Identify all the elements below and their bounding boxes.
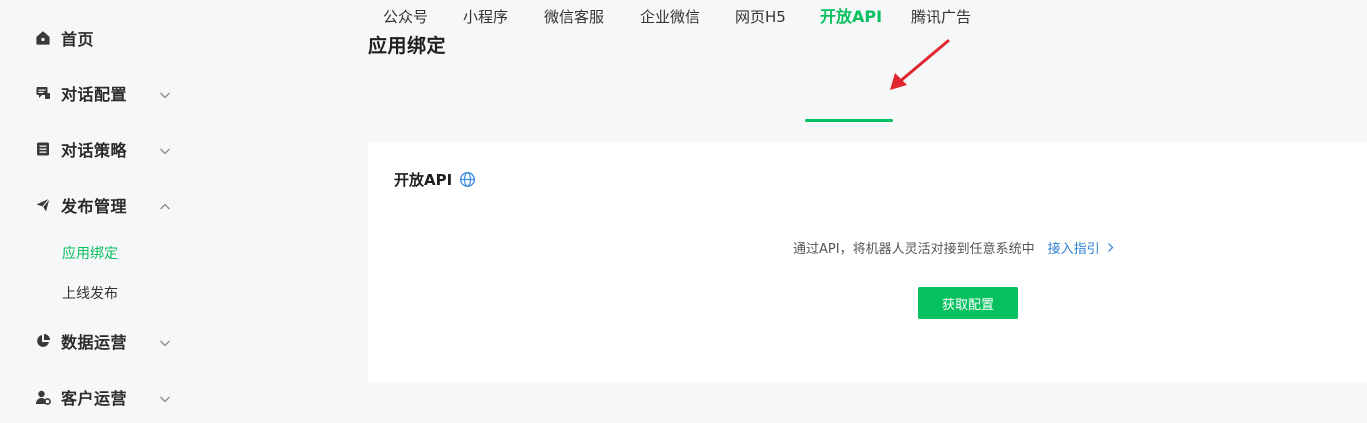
chevron-down-icon[interactable] <box>158 143 172 157</box>
nav-label: 数据运营 <box>61 333 128 352</box>
tab-wechat-service[interactable]: 微信客服 <box>544 0 604 34</box>
active-tab-indicator <box>805 119 893 122</box>
nav-item-data-ops[interactable]: 数据运营 <box>34 326 184 356</box>
globe-icon[interactable] <box>459 171 477 189</box>
chevron-right-icon <box>1107 243 1113 252</box>
tab-official-account[interactable]: 公众号 <box>383 0 428 34</box>
tab-tencent-ads[interactable]: 腾讯广告 <box>911 0 971 34</box>
chevron-down-icon[interactable] <box>158 391 172 405</box>
card-title: 开放API <box>394 169 477 190</box>
send-icon <box>34 196 52 214</box>
api-card: 开放API 通过API，将机器人灵活对接到任意系统中 接入指引 获取配置 <box>368 142 1367 382</box>
home-icon <box>34 29 52 47</box>
nav-label: 发布管理 <box>61 197 128 216</box>
tab-wecom[interactable]: 企业微信 <box>640 0 700 34</box>
nav-label: 首页 <box>61 30 95 49</box>
page-title: 应用绑定 <box>368 35 447 57</box>
user-settings-icon <box>34 388 52 406</box>
nav-item-home[interactable]: 首页 <box>34 23 184 53</box>
chat-config-icon <box>34 84 52 102</box>
nav-item-publish[interactable]: 发布管理 <box>34 190 184 220</box>
pie-chart-icon <box>34 332 52 350</box>
nav-item-strategy[interactable]: 对话策略 <box>34 134 184 164</box>
nav-label: 客户运营 <box>61 389 128 408</box>
guide-link[interactable]: 接入指引 <box>1048 238 1116 257</box>
sidebar: 首页 对话配置 对话策略 发布管理 应用绑定 上线发布 数据运营 客户运营 <box>0 0 208 423</box>
chevron-down-icon[interactable] <box>158 87 172 101</box>
sidebar-subitem-online-release[interactable]: 上线发布 <box>62 284 118 304</box>
api-description: 通过API，将机器人灵活对接到任意系统中 <box>793 242 1035 257</box>
get-config-button[interactable]: 获取配置 <box>918 287 1018 319</box>
tab-open-api[interactable]: 开放API <box>820 0 882 34</box>
tab-web-h5[interactable]: 网页H5 <box>735 0 786 34</box>
description-row: 通过API，将机器人灵活对接到任意系统中 接入指引 <box>793 238 1116 257</box>
chevron-down-icon[interactable] <box>158 335 172 349</box>
guide-link-label: 接入指引 <box>1047 242 1100 257</box>
nav-label: 对话策略 <box>61 141 128 160</box>
nav-item-chat-config[interactable]: 对话配置 <box>34 78 184 108</box>
nav-label: 对话配置 <box>61 85 128 104</box>
annotation-arrow-icon <box>890 39 950 90</box>
tab-mini-program[interactable]: 小程序 <box>463 0 508 34</box>
chevron-up-icon[interactable] <box>158 199 172 213</box>
sidebar-subitem-app-binding[interactable]: 应用绑定 <box>62 244 118 264</box>
nav-item-customer-ops[interactable]: 客户运营 <box>34 382 184 412</box>
strategy-list-icon <box>34 140 52 158</box>
card-title-text: 开放API <box>394 171 453 189</box>
